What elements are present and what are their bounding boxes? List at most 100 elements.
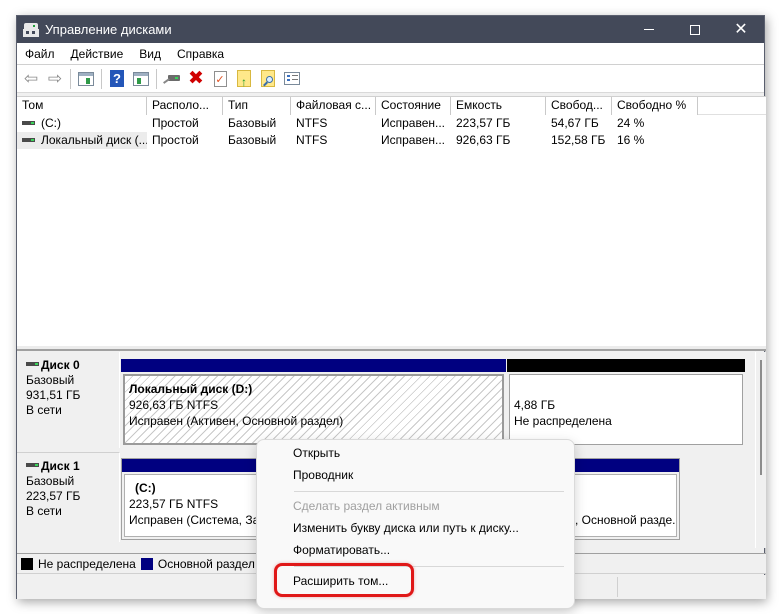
partition-name: Локальный диск (D:) (129, 382, 253, 396)
check-icon: ✓ (213, 70, 227, 87)
partition-size: 4,88 ГБ (514, 398, 556, 412)
title-bar: Управление дисками ✕ (17, 16, 764, 43)
disk-type: Базовый (26, 474, 75, 488)
volume-layout: Простой (152, 133, 199, 147)
column-header-status[interactable]: Состояние (376, 97, 451, 115)
disk-icon (26, 462, 39, 467)
pane-splitter[interactable] (17, 345, 766, 351)
minimize-button[interactable] (626, 16, 672, 43)
menu-item-mark-active: Сделать раздел активным (293, 499, 440, 513)
delete-button[interactable]: ✖ (186, 69, 206, 89)
menu-separator (294, 491, 564, 492)
back-icon: ⇦ (23, 68, 39, 88)
show-hide-console-tree-icon (78, 71, 94, 86)
column-header-free-percent[interactable]: Свободно % (612, 97, 698, 115)
disk-management-app-icon (23, 22, 39, 37)
volume-free-percent: 24 % (617, 116, 645, 130)
properties-button[interactable] (282, 69, 302, 89)
connect-drive-icon (163, 74, 181, 84)
volume-list: Том Располо... Тип Файловая с... Состоян… (17, 96, 766, 345)
partition-unallocated[interactable]: 4,88 ГБ Не распределена (507, 359, 745, 447)
partition-size-fs: 926,63 ГБ NTFS (129, 398, 219, 412)
show-hide-console-tree-button[interactable] (76, 69, 96, 89)
toolbar: ⇦ ⇨ ? ✖ ✓ ↑ (17, 65, 764, 93)
column-header-capacity[interactable]: Емкость (451, 97, 546, 115)
menu-help[interactable]: Справка (169, 47, 232, 61)
disk-name: Диск 0 (41, 358, 80, 372)
menu-item-change-drive-letter[interactable]: Изменить букву диска или путь к диску... (293, 517, 519, 539)
volume-free-space: 54,67 ГБ (551, 116, 599, 130)
volume-list-header: Том Располо... Тип Файловая с... Состоян… (17, 97, 766, 115)
window-title: Управление дисками (45, 22, 172, 37)
disk-status: В сети (26, 504, 62, 518)
delete-icon: ✖ (188, 67, 204, 89)
back-button[interactable]: ⇦ (21, 69, 41, 89)
legend-label-unallocated: Не распределена (38, 556, 136, 571)
disk-icon (26, 361, 39, 366)
close-icon: ✕ (734, 20, 748, 38)
volume-filesystem: NTFS (296, 116, 328, 130)
show-hide-action-pane-button[interactable] (131, 69, 151, 89)
extend-volume-highlight (274, 563, 414, 597)
folder-up-button[interactable]: ↑ (234, 69, 254, 89)
disk-1-label[interactable]: Диск 1 Базовый 223,57 ГБ В сети (17, 452, 120, 542)
volume-row[interactable]: Локальный диск (... Простой Базовый NTFS… (17, 132, 766, 149)
partition-status: Исправен (Активен, Основной раздел) (129, 414, 344, 428)
show-hide-action-pane-icon (133, 71, 149, 86)
disk-0-label[interactable]: Диск 0 Базовый 931,51 ГБ В сети (17, 352, 120, 448)
menu-bar: Файл Действие Вид Справка (17, 43, 764, 65)
partition-status: Не распределена (514, 414, 612, 428)
menu-item-explorer[interactable]: Проводник (293, 464, 353, 486)
help-icon: ? (110, 70, 124, 87)
volume-filesystem: NTFS (296, 133, 328, 147)
volume-icon (22, 137, 35, 142)
volume-name: (C:) (41, 116, 61, 130)
column-header-filesystem[interactable]: Файловая с... (291, 97, 376, 115)
properties-icon (284, 72, 300, 85)
maximize-button[interactable] (672, 16, 718, 43)
disk-size: 931,51 ГБ (26, 388, 81, 402)
column-header-volume[interactable]: Том (17, 97, 147, 115)
forward-icon: ⇨ (47, 68, 63, 88)
partition-d[interactable]: Локальный диск (D:) 926,63 ГБ NTFS Испра… (121, 359, 506, 447)
volume-free-space: 152,58 ГБ (551, 133, 606, 147)
folder-search-icon (261, 70, 275, 87)
legend-label-primary: Основной раздел (157, 556, 255, 571)
disk-type: Базовый (26, 373, 75, 387)
volume-status: Исправен... (381, 133, 446, 147)
toolbar-separator (101, 68, 102, 89)
maximize-icon (690, 24, 700, 35)
column-header-layout[interactable]: Располо... (147, 97, 223, 115)
column-header-type[interactable]: Тип (223, 97, 291, 115)
partition-bar (121, 359, 506, 372)
column-header-free-space[interactable]: Свобод... (546, 97, 612, 115)
legend-swatch-primary (140, 557, 153, 570)
disk-name: Диск 1 (41, 459, 80, 473)
volume-type: Базовый (228, 116, 277, 130)
help-button[interactable]: ? (107, 69, 127, 89)
connect-drive-button[interactable] (162, 69, 182, 89)
volume-row[interactable]: (C:) Простой Базовый NTFS Исправен... 22… (17, 115, 766, 132)
partition-bar (507, 359, 745, 372)
forward-button[interactable]: ⇨ (45, 69, 65, 89)
volume-name: Локальный диск (... (41, 133, 147, 147)
minimize-icon (644, 29, 654, 30)
menu-item-open[interactable]: Открыть (293, 442, 340, 464)
check-button[interactable]: ✓ (210, 69, 230, 89)
disk-map-scrollbar[interactable] (755, 352, 766, 548)
partition-status-tail: , Основной разде. (575, 513, 676, 527)
disk-size: 223,57 ГБ (26, 489, 81, 503)
legend-swatch-unallocated (21, 557, 33, 570)
folder-search-button[interactable] (258, 69, 278, 89)
close-button[interactable]: ✕ (718, 16, 764, 43)
toolbar-separator (70, 68, 71, 89)
volume-free-percent: 16 % (617, 133, 645, 147)
menu-file[interactable]: Файл (17, 47, 63, 61)
volume-capacity: 223,57 ГБ (456, 116, 511, 130)
menu-action[interactable]: Действие (63, 47, 132, 61)
disk-status: В сети (26, 403, 62, 417)
menu-view[interactable]: Вид (131, 47, 169, 61)
volume-type: Базовый (228, 133, 277, 147)
scrollbar-thumb[interactable] (760, 360, 762, 475)
menu-item-format[interactable]: Форматировать... (293, 539, 390, 561)
